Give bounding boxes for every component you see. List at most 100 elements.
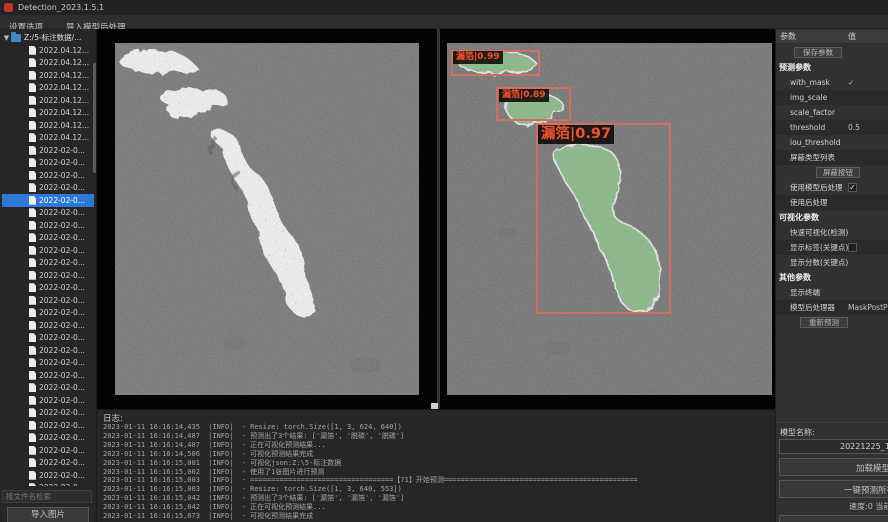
tree-file-item[interactable]: 2022-02-0... [2, 307, 94, 320]
file-icon [29, 371, 36, 380]
param-row[interactable]: 屏蔽按钮 [776, 165, 888, 180]
tree-file-item[interactable]: 2022-02-0... [2, 182, 94, 195]
param-row[interactable]: threshold 0.5 [776, 120, 888, 135]
param-checkbox[interactable] [848, 183, 857, 192]
file-name: 2022-02-0... [39, 283, 85, 292]
param-row[interactable]: scale_factor [776, 105, 888, 120]
param-row[interactable]: with_mask ✓ [776, 75, 888, 90]
log-level: |INFO| [208, 423, 233, 431]
tree-file-item[interactable]: 2022-02-0... [2, 282, 94, 295]
log-line: 2023-01-11 16:16:15,003 |INFO| - =======… [103, 476, 773, 485]
menu-bar: 设置选项 导入模型后处理 [0, 15, 888, 29]
original-image [115, 43, 419, 395]
file-name: 2022-02-0... [39, 433, 85, 442]
tree-file-item[interactable]: 2022-02-0... [2, 357, 94, 370]
tree-file-item[interactable]: 2022.04.12... [2, 82, 94, 95]
file-icon [29, 308, 36, 317]
log-line: 2023-01-11 16:16:14,487 |INFO| - 正在可视化预测… [103, 441, 773, 450]
tree-file-item[interactable]: 2022.04.12... [2, 57, 94, 70]
tree-file-item[interactable]: 2022-02-0... [2, 294, 94, 307]
model-name-label: 模型名称: [780, 427, 815, 438]
param-row[interactable]: 显示终端 [776, 285, 888, 300]
log-line: 2023-01-11 16:16:15,042 |INFO| - 预测出了3个结… [103, 494, 773, 503]
log-level: |INFO| [208, 432, 233, 440]
tree-file-item[interactable]: 2022-02-0... [2, 344, 94, 357]
param-row[interactable]: 预测参数 [776, 60, 888, 75]
tree-scrollbar[interactable] [93, 63, 96, 173]
file-name: 2022-02-0... [39, 221, 85, 230]
param-row[interactable]: 可视化参数 [776, 210, 888, 225]
param-row[interactable]: 重新预测 [776, 315, 888, 330]
tree-file-item[interactable]: 2022-02-0... [2, 457, 94, 470]
tree-file-item[interactable]: 2022-02-0... [2, 207, 94, 220]
param-row[interactable]: 屏蔽类型列表 [776, 150, 888, 165]
tree-file-item[interactable]: 2022-02-0... [2, 232, 94, 245]
tree-file-item[interactable]: 2022-02-0... [2, 407, 94, 420]
file-icon [29, 121, 36, 130]
tree-file-item[interactable]: 2022-02-0... [2, 194, 94, 207]
detection-label: 漏箔|0.99 [453, 51, 503, 64]
tree-file-item[interactable]: 2022-02-0... [2, 444, 94, 457]
log-message: - ==================================【71】… [242, 476, 638, 484]
tree-file-item[interactable]: 2022.04.12... [2, 44, 94, 57]
param-row[interactable]: 使用后处理 [776, 195, 888, 210]
param-row[interactable]: 其他参数 [776, 270, 888, 285]
caret-down-icon[interactable]: ▼ [2, 34, 11, 42]
original-image-viewport[interactable] [97, 29, 437, 409]
file-icon [29, 146, 36, 155]
log-level: |INFO| [208, 512, 233, 520]
file-name: 2022-02-0... [39, 196, 85, 205]
partial-bottom-button[interactable] [779, 515, 888, 522]
file-icon [29, 208, 36, 217]
tree-file-item[interactable]: 2022-02-0... [2, 394, 94, 407]
import-images-button[interactable]: 导入图片 [7, 507, 89, 522]
param-label: 可视化参数 [779, 213, 819, 222]
tree-file-item[interactable]: 2022-02-0... [2, 369, 94, 382]
file-name: 2022-02-0... [39, 408, 85, 417]
param-row[interactable]: 保存参数 [776, 45, 888, 60]
prediction-image-viewport[interactable]: 漏箔|0.99 漏箔|0.89 漏箔|0.97 [440, 29, 775, 409]
file-icon [29, 158, 36, 167]
tree-file-item[interactable]: 2022.04.12... [2, 119, 94, 132]
file-icon [29, 233, 36, 242]
model-name-field[interactable]: 20221225_174813 [779, 439, 888, 454]
param-row[interactable]: 显示标签(关键点) [776, 240, 888, 255]
title-bar: Detection_2023.1.5.1 [0, 0, 888, 15]
log-timestamp: 2023-01-11 16:16:14,435 [103, 423, 200, 431]
tree-file-item[interactable]: 2022-02-0... [2, 319, 94, 332]
tree-file-item[interactable]: 2022-02-0... [2, 469, 94, 482]
param-row[interactable]: 使用模型后处理 [776, 180, 888, 195]
tree-file-item[interactable]: 2022-02-0... [2, 257, 94, 270]
tree-file-item[interactable]: 2022-02-0... [2, 482, 94, 487]
tree-file-item[interactable]: 2022.04.12... [2, 132, 94, 145]
param-label: 使用后处理 [790, 198, 828, 207]
tree-file-item[interactable]: 2022-02-0... [2, 219, 94, 232]
param-row[interactable]: 快速可视化(检测) [776, 225, 888, 240]
tree-file-item[interactable]: 2022-02-0... [2, 332, 94, 345]
log-line: 2023-01-11 16:16:15,001 |INFO| - 可视化json… [103, 459, 773, 468]
file-name: 2022-02-0... [39, 483, 85, 486]
tree-file-item[interactable]: 2022.04.12... [2, 107, 94, 120]
tree-file-item[interactable]: 2022-02-0... [2, 244, 94, 257]
tree-file-item[interactable]: 2022-02-0... [2, 144, 94, 157]
param-row[interactable]: img_scale [776, 90, 888, 105]
load-model-button[interactable]: 加载模型 [779, 458, 888, 476]
tree-file-item[interactable]: 2022.04.12... [2, 94, 94, 107]
tree-file-item[interactable]: 2022-02-0... [2, 382, 94, 395]
tree-file-item[interactable]: 2022.04.12... [2, 69, 94, 82]
predict-all-button[interactable]: 一键预测所有图片 [779, 480, 888, 498]
param-row[interactable]: 模型后处理器 MaskPostPro [776, 300, 888, 315]
search-input[interactable] [2, 490, 92, 503]
tree-file-item[interactable]: 2022-02-0... [2, 169, 94, 182]
tree-file-item[interactable]: 2022-02-0... [2, 432, 94, 445]
log-lines[interactable]: 2023-01-11 16:16:14,435 |INFO| - Resize:… [103, 423, 773, 522]
tree-file-item[interactable]: 2022-02-0... [2, 419, 94, 432]
tree-file-item[interactable]: 2022-02-0... [2, 269, 94, 282]
log-level: |INFO| [208, 450, 233, 458]
params-list: 保存参数 预测参数 with_mask ✓ img_scal [776, 45, 888, 330]
tree-file-item[interactable]: 2022-02-0... [2, 157, 94, 170]
param-checkbox[interactable] [848, 243, 857, 252]
param-row[interactable]: 显示分数(关键点) [776, 255, 888, 270]
param-row[interactable]: iou_threshold [776, 135, 888, 150]
tree-root-folder[interactable]: ▼ Z:/5-标注数据/... [2, 31, 94, 44]
